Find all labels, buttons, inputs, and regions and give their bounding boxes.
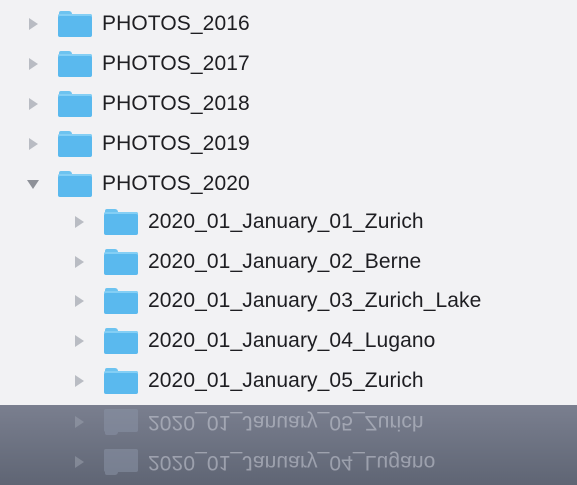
reflection-label: 2020_01_January_04_Lugano — [148, 451, 436, 474]
tree-row-subfolder[interactable]: 2020_01_January_01_Zurich — [72, 202, 424, 242]
reflection-row: 2020_01_January_05_Zurich — [72, 405, 424, 439]
disclosure-collapsed-icon — [72, 455, 86, 469]
folder-label: PHOTOS_2017 — [102, 52, 250, 75]
folder-label: PHOTOS_2016 — [102, 12, 250, 35]
reflection-label: 2020_01_January_05_Zurich — [148, 411, 424, 434]
tree-row-photos-2017[interactable]: PHOTOS_2017 — [26, 44, 250, 84]
file-tree-panel: PHOTOS_2016 PHOTOS_2017 PHOTOS_2018 PHOT… — [0, 0, 577, 405]
disclosure-collapsed-icon[interactable] — [26, 97, 40, 111]
folder-icon — [104, 209, 138, 235]
folder-label: PHOTOS_2019 — [102, 132, 250, 155]
folder-icon — [104, 328, 138, 354]
folder-label: 2020_01_January_02_Berne — [148, 250, 422, 273]
folder-icon — [58, 171, 92, 197]
tree-row-subfolder[interactable]: 2020_01_January_03_Zurich_Lake — [72, 281, 481, 321]
folder-icon — [104, 368, 138, 394]
disclosure-collapsed-icon — [72, 415, 86, 429]
folder-icon — [58, 51, 92, 77]
folder-label: PHOTOS_2020 — [102, 172, 250, 195]
folder-icon — [58, 91, 92, 117]
folder-icon — [104, 249, 138, 275]
disclosure-expanded-icon[interactable] — [26, 177, 40, 191]
folder-icon — [58, 131, 92, 157]
folder-icon — [104, 409, 138, 435]
disclosure-collapsed-icon[interactable] — [26, 137, 40, 151]
tree-row-photos-2019[interactable]: PHOTOS_2019 — [26, 124, 250, 164]
disclosure-collapsed-icon[interactable] — [72, 215, 86, 229]
folder-icon — [104, 288, 138, 314]
folder-icon — [58, 11, 92, 37]
disclosure-collapsed-icon[interactable] — [72, 334, 86, 348]
disclosure-collapsed-icon[interactable] — [72, 255, 86, 269]
disclosure-collapsed-icon[interactable] — [26, 57, 40, 71]
tree-row-subfolder[interactable]: 2020_01_January_04_Lugano — [72, 321, 435, 361]
tree-row-photos-2020[interactable]: PHOTOS_2020 — [26, 164, 250, 204]
disclosure-collapsed-icon[interactable] — [72, 374, 86, 388]
tree-row-photos-2016[interactable]: PHOTOS_2016 — [26, 4, 250, 44]
folder-label: 2020_01_January_01_Zurich — [148, 210, 424, 233]
folder-label: 2020_01_January_04_Lugano — [148, 329, 436, 352]
reflection-strip: 2020_01_January_05_Zurich 2020_01_Januar… — [0, 405, 577, 485]
folder-label: 2020_01_January_05_Zurich — [148, 369, 424, 392]
tree-row-photos-2018[interactable]: PHOTOS_2018 — [26, 84, 250, 124]
disclosure-collapsed-icon[interactable] — [72, 294, 86, 308]
reflection-mirror: 2020_01_January_05_Zurich 2020_01_Januar… — [0, 405, 577, 485]
folder-label: PHOTOS_2018 — [102, 92, 250, 115]
reflection-row: 2020_01_January_04_Lugano — [72, 445, 435, 479]
tree-row-subfolder[interactable]: 2020_01_January_05_Zurich — [72, 361, 424, 401]
folder-label: 2020_01_January_03_Zurich_Lake — [148, 289, 482, 312]
tree-row-subfolder[interactable]: 2020_01_January_02_Berne — [72, 242, 421, 282]
folder-icon — [104, 449, 138, 475]
disclosure-collapsed-icon[interactable] — [26, 17, 40, 31]
